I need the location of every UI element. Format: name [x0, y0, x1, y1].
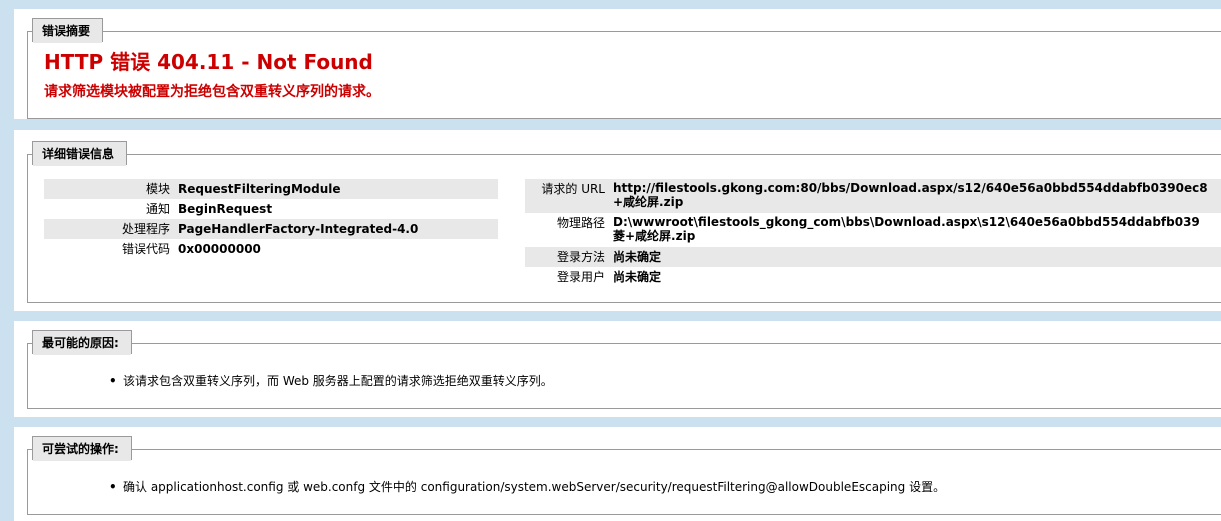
- summary-legend: 错误摘要: [32, 18, 104, 43]
- detail-value: http://filestools.gkong.com:80/bbs/Downl…: [609, 179, 1221, 213]
- table-row: 错误代码 0x00000000: [44, 239, 498, 259]
- details-right-table: 请求的 URL http://filestools.gkong.com:80/b…: [525, 179, 1221, 287]
- table-row: 请求的 URL http://filestools.gkong.com:80/b…: [525, 179, 1221, 213]
- list-item: • 确认 applicationhost.config 或 web.confg 文…: [109, 478, 945, 495]
- table-row: 模块 RequestFilteringModule: [44, 179, 498, 199]
- actions-panel: 可尝试的操作: • 确认 applicationhost.config 或 web…: [14, 427, 1221, 521]
- detail-value: RequestFilteringModule: [174, 179, 498, 199]
- path-line-1: D:\wwwroot\filestools_gkong_com\bbs\Down…: [613, 215, 1200, 229]
- bullet-icon: •: [109, 374, 117, 388]
- table-row: 登录方法 尚未确定: [525, 247, 1221, 267]
- error-description: 请求筛选模块被配置为拒绝包含双重转义序列的请求。: [44, 84, 380, 100]
- detail-value: PageHandlerFactory-Integrated-4.0: [174, 219, 498, 239]
- causes-legend: 最可能的原因:: [32, 330, 132, 355]
- action-text: 确认 applicationhost.config 或 web.confg 文件…: [123, 480, 946, 494]
- detail-label: 错误代码: [121, 242, 170, 256]
- detail-label: 物理路径: [556, 216, 605, 230]
- table-row: 通知 BeginRequest: [44, 199, 498, 219]
- bullet-icon: •: [109, 480, 117, 494]
- list-item: • 该请求包含双重转义序列，而 Web 服务器上配置的请求筛选拒绝双重转义序列。: [109, 372, 553, 389]
- causes-panel: 最可能的原因: • 该请求包含双重转义序列，而 Web 服务器上配置的请求筛选拒绝…: [14, 321, 1221, 417]
- table-row: 登录用户 尚未确定: [525, 267, 1221, 287]
- detail-value: D:\wwwroot\filestools_gkong_com\bbs\Down…: [609, 213, 1221, 247]
- detail-label: 登录用户: [556, 270, 605, 284]
- table-row: 处理程序 PageHandlerFactory-Integrated-4.0: [44, 219, 498, 239]
- detail-value: 0x00000000: [178, 242, 261, 256]
- summary-box: 错误摘要: [27, 18, 1221, 119]
- table-row: 物理路径 D:\wwwroot\filestools_gkong_com\bbs…: [525, 213, 1221, 247]
- details-legend: 详细错误信息: [32, 141, 128, 166]
- detail-label: 处理程序: [44, 219, 174, 239]
- details-left-table: 模块 RequestFilteringModule 通知 BeginReques…: [44, 179, 498, 259]
- detail-label: 模块: [44, 179, 174, 199]
- url-line-1: http://filestools.gkong.com:80/bbs/Downl…: [613, 181, 1208, 195]
- detail-value: BeginRequest: [178, 202, 273, 216]
- detail-label: 请求的 URL: [525, 179, 609, 213]
- summary-panel: 错误摘要 HTTP 错误 404.11 - Not Found 请求筛选模块被配…: [14, 9, 1221, 119]
- path-line-2: 菱+咸纶屏.zip: [613, 229, 696, 243]
- detail-label: 登录方法: [525, 247, 609, 267]
- detail-label: 通知: [145, 202, 170, 216]
- error-title: HTTP 错误 404.11 - Not Found: [44, 50, 373, 74]
- detail-value: 尚未确定: [609, 247, 1221, 267]
- details-panel: 详细错误信息 模块 RequestFilteringModule 通知 Begi…: [14, 130, 1221, 311]
- actions-legend: 可尝试的操作:: [32, 436, 132, 461]
- url-line-2: +咸纶屏.zip: [613, 195, 684, 209]
- detail-value: 尚未确定: [613, 270, 662, 284]
- cause-text: 该请求包含双重转义序列，而 Web 服务器上配置的请求筛选拒绝双重转义序列。: [123, 374, 553, 388]
